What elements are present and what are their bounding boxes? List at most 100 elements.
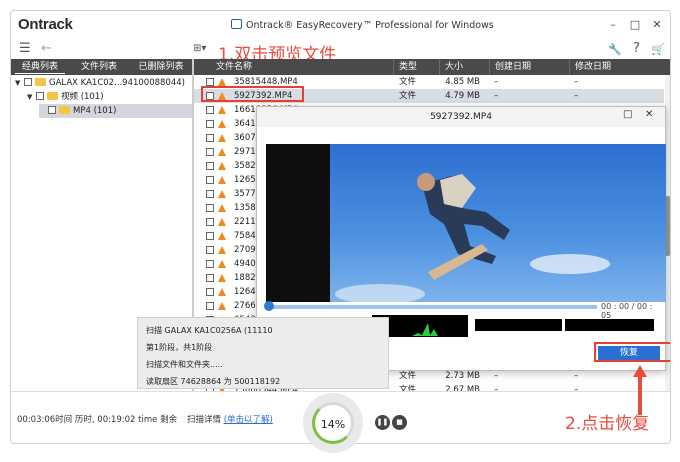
checkbox[interactable] (206, 288, 214, 296)
video-frame[interactable] (266, 144, 666, 304)
checkbox[interactable] (206, 162, 214, 170)
file-modified: – (574, 77, 579, 87)
scan-details-link[interactable]: (单击以了解) (224, 415, 273, 425)
vlc-file-icon (218, 260, 226, 268)
col-created[interactable]: 创建日期 (490, 59, 570, 75)
folder-icon (59, 106, 70, 114)
scan-details-text: 扫描详情 (187, 415, 222, 425)
highlight-box-recover (594, 342, 670, 362)
video-image (330, 144, 666, 304)
tree-item-label: 视频 (101) (61, 92, 104, 102)
scan-line-1: 扫描 GALAX KA1C0256A (11110 (146, 326, 273, 335)
scan-tooltip: 扫描 GALAX KA1C0256A (11110 第1阶段，共1阶段 扫描文件… (137, 317, 389, 389)
file-created: – (494, 77, 499, 87)
preview-maximize-button[interactable]: □ (623, 109, 632, 120)
menu-icon[interactable]: ☰ (19, 41, 31, 56)
vlc-file-icon (218, 106, 226, 114)
checkbox[interactable] (206, 148, 214, 156)
scan-line-4: 读取扇区 74628864 为 500118192 (146, 377, 281, 386)
checkbox[interactable] (206, 204, 214, 212)
vlc-file-icon (218, 232, 226, 240)
file-type: 文件 (399, 385, 417, 391)
checkbox[interactable] (36, 92, 44, 100)
checkbox[interactable] (206, 120, 214, 128)
checkbox[interactable] (206, 218, 214, 226)
col-type[interactable]: 类型 (394, 59, 440, 75)
folder-icon (47, 92, 58, 100)
app-icon (231, 19, 242, 29)
vlc-file-icon (218, 148, 226, 156)
folder-icon (35, 78, 46, 86)
expand-arrow-icon[interactable]: ▼ (15, 76, 24, 90)
file-type: 文件 (399, 91, 417, 101)
app-logo: Ontrack (18, 16, 73, 33)
vlc-file-icon (218, 162, 226, 170)
close-button[interactable]: ✕ (649, 17, 665, 33)
window-title: Ontrack® EasyRecovery™ Professional for … (231, 19, 494, 31)
col-modified[interactable]: 修改日期 (570, 59, 670, 75)
vlc-file-icon (218, 176, 226, 184)
file-modified: – (574, 385, 579, 391)
toolbar: ☰ ← ⊞▾ 1.双击预览文件 🔧 ? 🛒 (11, 39, 670, 65)
checkbox[interactable] (48, 106, 56, 114)
vlc-file-icon (218, 302, 226, 310)
checkbox[interactable] (206, 232, 214, 240)
vlc-file-icon (218, 120, 226, 128)
scan-line-3: 扫描文件和文件夹..... (146, 360, 223, 369)
checkbox[interactable] (24, 78, 32, 86)
app-window: Ontrack Ontrack® EasyRecovery™ Professio… (10, 10, 671, 444)
elapsed-time: 00:03:06时间 历时, 00:19:02 time 剩余 (17, 415, 178, 425)
help-icon[interactable]: ? (633, 41, 640, 56)
tree-item-label: GALAX KA1C02...94100088044) (49, 78, 185, 88)
tree-item-label: MP4 (101) (73, 106, 117, 116)
maximize-button[interactable]: □ (627, 17, 643, 33)
tab-classic-list[interactable]: 经典列表 (15, 60, 65, 74)
vlc-file-icon (218, 78, 226, 86)
column-header: 文件名称 类型 大小 创建日期 修改日期 (194, 59, 670, 75)
tree-item-drive[interactable]: ▼ GALAX KA1C02...94100088044) (15, 76, 185, 90)
video-progress-bar[interactable] (267, 305, 597, 309)
checkbox[interactable] (206, 274, 214, 282)
scan-line-2: 第1阶段，共1阶段 (146, 343, 213, 352)
wrench-icon[interactable]: 🔧 (608, 43, 622, 56)
stop-scan-button[interactable]: ■ (392, 415, 407, 430)
file-size: 4.79 MB (445, 91, 480, 101)
vlc-file-icon (218, 288, 226, 296)
scan-details-label: 扫描详情 (单击以了解) (187, 413, 273, 425)
preview-close-button[interactable]: ✕ (645, 109, 653, 120)
cart-icon[interactable]: 🛒 (651, 43, 665, 56)
checkbox[interactable] (206, 106, 214, 114)
tab-file-list[interactable]: 文件列表 (71, 60, 127, 74)
file-created: – (494, 91, 499, 101)
waveform-bar-3 (565, 319, 654, 331)
checkbox[interactable] (206, 302, 214, 310)
file-size: 4.85 MB (445, 77, 480, 87)
file-created: – (494, 385, 499, 391)
video-progress-knob[interactable] (264, 301, 274, 311)
checkbox[interactable] (206, 134, 214, 142)
checkbox[interactable] (206, 260, 214, 268)
vlc-file-icon (218, 204, 226, 212)
view-mode-icon[interactable]: ⊞▾ (193, 43, 206, 54)
checkbox[interactable] (206, 78, 214, 86)
col-filename[interactable]: 文件名称 (194, 59, 394, 75)
expand-arrow-icon[interactable]: ▼ (27, 90, 36, 104)
minimize-button[interactable]: – (605, 17, 621, 33)
tab-deleted-list[interactable]: 已删除列表 (131, 60, 191, 74)
view-tabs: 经典列表 文件列表 已删除列表 (11, 59, 192, 75)
vlc-file-icon (218, 218, 226, 226)
file-type: 文件 (399, 77, 417, 87)
pause-scan-button[interactable]: ❚❚ (375, 415, 390, 430)
skateboarder-image (335, 173, 610, 304)
file-created: – (494, 371, 499, 381)
tree-item-mp4[interactable]: MP4 (101) (39, 104, 192, 118)
tree-item-video[interactable]: ▼ 视频 (101) (27, 90, 104, 104)
checkbox[interactable] (206, 176, 214, 184)
progress-percent: 14% (320, 418, 346, 431)
checkbox[interactable] (206, 190, 214, 198)
back-arrow-icon[interactable]: ← (41, 41, 52, 56)
col-size[interactable]: 大小 (440, 59, 490, 75)
file-type: 文件 (399, 371, 417, 381)
checkbox[interactable] (206, 246, 214, 254)
vlc-file-icon (218, 134, 226, 142)
